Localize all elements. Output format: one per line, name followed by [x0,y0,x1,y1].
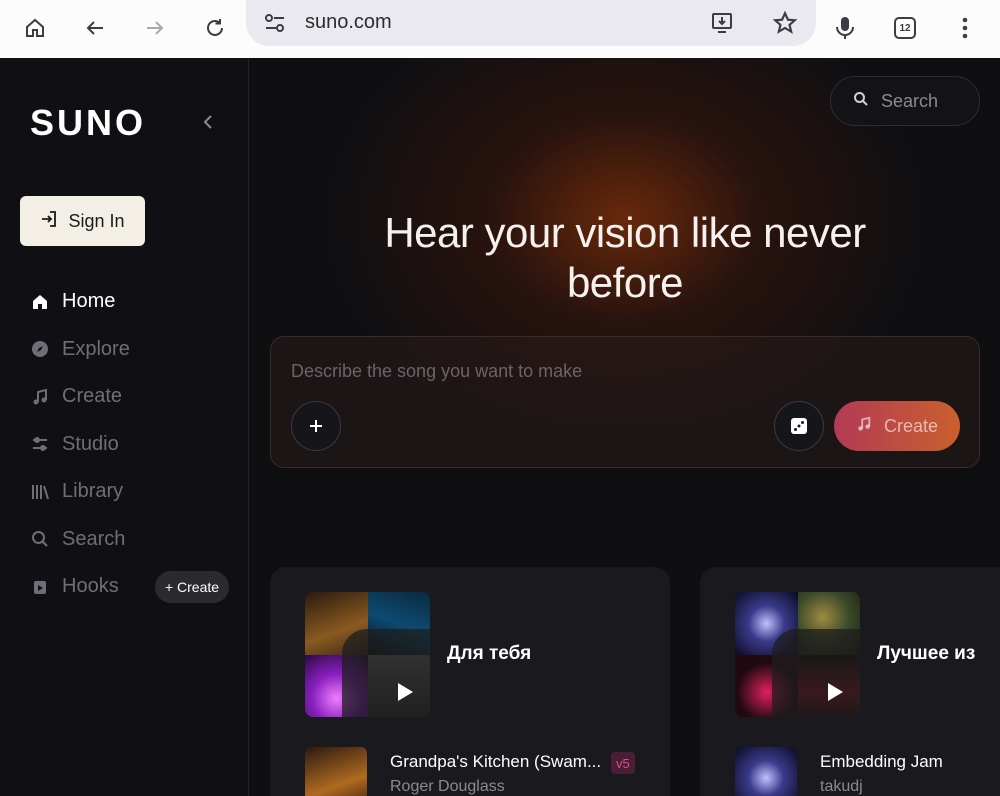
install-app-icon[interactable] [710,10,736,41]
address-bar[interactable]: suno.com [246,0,816,46]
hero-line-2: before [566,259,684,306]
sidebar: SUNO Sign In Home Explore Create Studio … [0,58,249,796]
playlist-title[interactable]: Для тебя [447,643,531,665]
search-label: Search [881,90,939,111]
bookmark-star-icon[interactable] [772,10,798,41]
song-prompt-box[interactable]: Describe the song you want to make Creat… [270,336,980,468]
version-badge: v5 [611,752,635,774]
sidebar-item-label: Explore [62,337,130,360]
sidebar-item-library[interactable]: Library [30,468,240,516]
playlist-card[interactable]: Для тебя Grandpa's Kitchen (Swam... v5 R… [270,567,670,796]
browser-toolbar: suno.com 12 [0,0,1000,58]
play-icon [397,682,413,701]
forward-arrow-icon[interactable] [135,8,175,48]
sidebar-nav: Home Explore Create Studio Library Searc… [30,278,240,611]
playlist-cover [735,592,860,717]
sign-in-button[interactable]: Sign In [20,196,145,246]
song-artist[interactable]: takudj [820,778,863,796]
playlist-card[interactable]: Лучшее из Embedding Jam takudj [700,567,1000,796]
home-icon[interactable] [15,8,55,48]
hero-line-1: Hear your vision like never [384,209,866,256]
url-text: suno.com [305,11,392,33]
sidebar-item-home[interactable]: Home [30,278,240,326]
music-note-icon [30,387,50,407]
song-prompt-input[interactable]: Describe the song you want to make [291,361,582,382]
sidebar-item-hooks[interactable]: Hooks + Create [30,563,240,611]
tab-switcher-button[interactable]: 12 [885,8,925,48]
song-row[interactable]: Grandpa's Kitchen (Swam... v5 Roger Doug… [305,747,665,796]
sidebar-item-label: Create [62,385,123,408]
hooks-create-button[interactable]: + Create [155,571,229,603]
collapse-sidebar-icon[interactable] [196,110,220,134]
search-icon [30,529,50,549]
hero-heading: Hear your vision like never before [250,208,1000,308]
hooks-icon [30,577,50,597]
create-label: Create [883,415,939,436]
sidebar-item-label: Search [62,527,126,550]
sidebar-item-search[interactable]: Search [30,516,240,564]
add-button[interactable] [291,401,341,451]
song-artist[interactable]: Roger Douglass [390,778,505,796]
sidebar-item-label: Home [62,290,116,313]
search-button[interactable]: Search [830,76,980,126]
song-row[interactable]: Embedding Jam takudj [735,747,1000,796]
site-settings-icon[interactable] [263,12,287,39]
song-thumbnail [735,747,797,796]
microphone-icon[interactable] [825,8,865,48]
search-icon [853,91,869,112]
sidebar-item-label: Studio [62,432,119,455]
home-icon [30,292,50,312]
create-button[interactable]: Create [834,401,960,451]
compass-icon [30,339,50,359]
sidebar-item-label: Library [62,480,124,503]
play-icon [827,682,843,701]
tab-count: 12 [894,17,916,39]
sliders-icon [30,434,50,454]
plus-icon [310,420,322,432]
play-button[interactable] [342,629,430,717]
suno-logo[interactable]: SUNO [30,102,146,144]
sidebar-item-studio[interactable]: Studio [30,421,240,469]
main-content: Search Hear your vision like never befor… [250,58,1000,796]
song-title[interactable]: Grandpa's Kitchen (Swam... [390,752,601,772]
reload-icon[interactable] [195,8,235,48]
playlist-title[interactable]: Лучшее из [877,643,975,665]
library-icon [30,482,50,502]
song-thumbnail [305,747,367,796]
sidebar-item-label: Hooks [62,575,119,598]
music-note-icon [856,416,872,437]
random-dice-button[interactable] [774,401,824,451]
sidebar-item-create[interactable]: Create [30,373,240,421]
dice-icon [791,418,807,434]
sign-in-label: Sign In [68,210,125,231]
song-title[interactable]: Embedding Jam [820,752,943,772]
sign-in-icon [40,210,58,233]
page: SUNO Sign In Home Explore Create Studio … [0,58,1000,796]
back-arrow-icon[interactable] [75,8,115,48]
playlist-cover [305,592,430,717]
sidebar-item-explore[interactable]: Explore [30,326,240,374]
play-button[interactable] [772,629,860,717]
more-menu-icon[interactable] [945,8,985,48]
